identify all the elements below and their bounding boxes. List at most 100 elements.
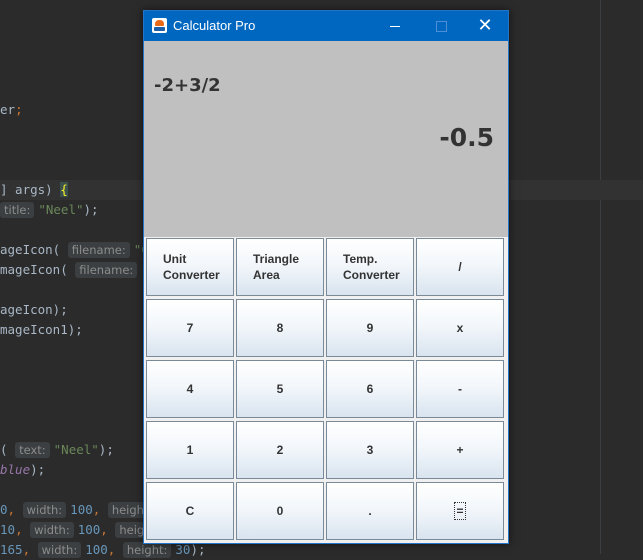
parameter-hint: filename: — [75, 262, 138, 278]
triangle-area-button[interactable]: Triangle Area — [236, 238, 324, 296]
code-token: , — [92, 502, 108, 517]
button-label: 2 — [276, 443, 284, 457]
editor-right-margin — [600, 0, 601, 554]
maximize-icon — [435, 20, 447, 32]
code-line: ( text: "Neel"); — [0, 440, 114, 460]
parameter-hint: width: — [37, 542, 82, 558]
button-label: 7 — [186, 321, 194, 335]
code-token: 165 — [0, 542, 23, 557]
code-token: 10 — [0, 522, 16, 537]
keypad: Unit Converter Triangle Area Temp. Convert… — [146, 238, 508, 542]
code-token: , — [100, 522, 116, 537]
digit-3-button[interactable]: 3 — [326, 421, 414, 479]
button-label: 8 — [276, 321, 284, 335]
code-line: title: "Neel"); — [0, 200, 99, 220]
button-label: 3 — [366, 443, 374, 457]
multiply-button[interactable]: x — [416, 299, 504, 357]
maximize-button[interactable] — [418, 11, 464, 41]
close-icon: ✕ — [477, 15, 493, 36]
calculator-window[interactable]: Calculator Pro ✕ -2+3/2 -0.5 Unit Conver… — [143, 10, 509, 544]
decimal-point-button[interactable]: . — [326, 482, 414, 540]
code-token: ); — [30, 462, 46, 477]
code-token: ] args) — [0, 182, 61, 197]
parameter-hint: text: — [15, 442, 50, 458]
code-line: ageIcon); — [0, 300, 68, 320]
code-line: ageIcon( filename:"C:\ — [0, 240, 164, 260]
button-label: C — [185, 504, 195, 518]
digit-9-button[interactable]: 9 — [326, 299, 414, 357]
code-token: mageIcon( — [0, 262, 76, 277]
button-label: - — [458, 382, 462, 396]
code-token: ( — [0, 442, 16, 457]
subtract-button[interactable]: - — [416, 360, 504, 418]
divide-button[interactable]: / — [416, 238, 504, 296]
expression-text: -2+3/2 — [154, 75, 221, 96]
calculator-display: -2+3/2 -0.5 — [144, 41, 508, 237]
temp-converter-button[interactable]: Temp. Converter — [326, 238, 414, 296]
digit-6-button[interactable]: 6 — [326, 360, 414, 418]
java-app-icon — [152, 18, 167, 33]
code-token: , — [107, 542, 123, 557]
code-token: , — [22, 542, 38, 557]
parameter-hint: title: — [0, 202, 35, 218]
close-button[interactable]: ✕ — [462, 11, 508, 41]
button-label: 5 — [276, 382, 284, 396]
code-token: 30 — [175, 542, 191, 557]
button-label: / — [458, 260, 462, 274]
button-label: 1 — [186, 443, 194, 457]
equals-button[interactable]: = — [416, 482, 504, 540]
parameter-hint: width: — [30, 522, 74, 538]
code-token: 100 — [77, 522, 101, 537]
parameter-hint: filename: — [67, 242, 130, 258]
button-label: = — [454, 502, 466, 520]
digit-7-button[interactable]: 7 — [146, 299, 234, 357]
unit-converter-button[interactable]: Unit Converter — [146, 238, 234, 296]
digit-8-button[interactable]: 8 — [236, 299, 324, 357]
code-line: blue); — [0, 460, 45, 480]
parameter-hint: width: — [22, 502, 67, 518]
button-label: + — [456, 443, 464, 457]
window-title: Calculator Pro — [173, 18, 256, 33]
code-token: 100 — [85, 542, 108, 557]
code-token: er — [0, 102, 16, 117]
code-token: , — [7, 502, 23, 517]
code-token: ); — [190, 542, 206, 557]
button-label: Unit Converter — [163, 252, 220, 282]
result-text: -0.5 — [439, 123, 494, 152]
minimize-icon — [390, 25, 400, 27]
digit-5-button[interactable]: 5 — [236, 360, 324, 418]
parameter-hint: height: — [122, 542, 172, 558]
add-button[interactable]: + — [416, 421, 504, 479]
button-label: 6 — [366, 382, 374, 396]
button-label: 4 — [186, 382, 194, 396]
code-line: er; — [0, 100, 23, 120]
code-line: mageIcon1); — [0, 320, 83, 340]
button-label: x — [456, 321, 464, 335]
code-token: , — [15, 522, 31, 537]
digit-1-button[interactable]: 1 — [146, 421, 234, 479]
button-label: . — [368, 504, 372, 518]
button-label: 9 — [366, 321, 374, 335]
button-label: Temp. Converter — [343, 252, 400, 282]
clear-button[interactable]: C — [146, 482, 234, 540]
button-label: Triangle Area — [253, 252, 300, 282]
code-token: 0 — [0, 502, 8, 517]
code-token: "Neel" — [53, 442, 99, 457]
code-token: { — [60, 182, 68, 197]
code-token: ageIcon); — [0, 302, 68, 317]
code-token: ageIcon( — [0, 242, 68, 257]
digit-2-button[interactable]: 2 — [236, 421, 324, 479]
button-label: 0 — [276, 504, 284, 518]
digit-4-button[interactable]: 4 — [146, 360, 234, 418]
code-token: ; — [15, 102, 23, 117]
code-token: blue — [0, 462, 31, 477]
minimize-button[interactable] — [372, 11, 418, 41]
title-bar[interactable]: Calculator Pro ✕ — [144, 11, 508, 41]
code-token: mageIcon1); — [0, 322, 83, 337]
code-line: mageIcon( filename:"C: — [0, 260, 164, 280]
code-token: "Neel" — [38, 202, 84, 217]
code-token: ); — [83, 202, 99, 217]
code-token: ); — [98, 442, 114, 457]
digit-0-button[interactable]: 0 — [236, 482, 324, 540]
code-token: 100 — [70, 502, 93, 517]
